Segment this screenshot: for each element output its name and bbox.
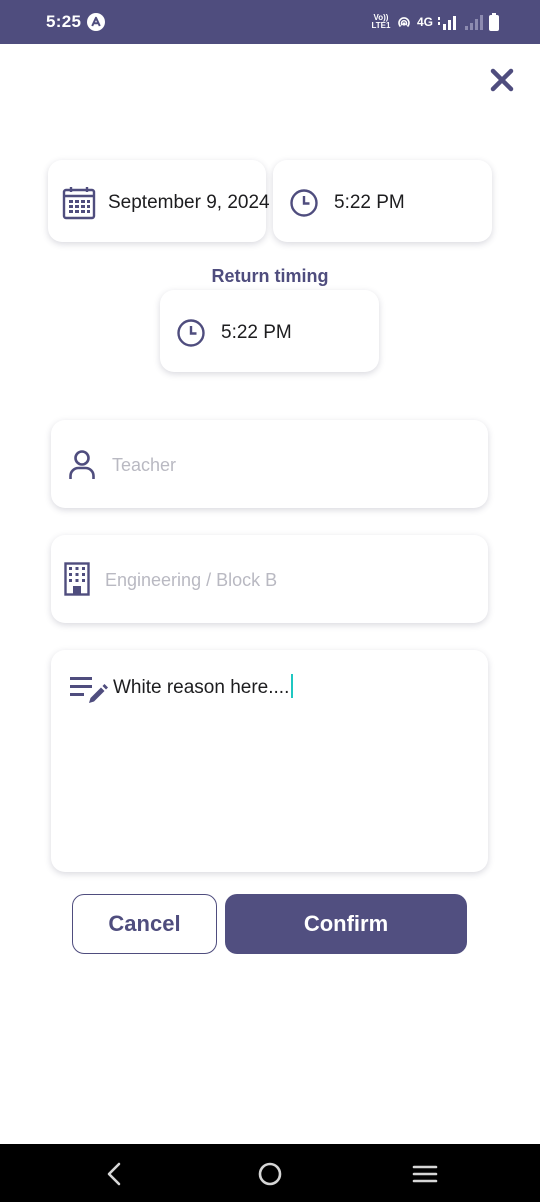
status-bar: 5:25 Vo)) LTE1 4G — [0, 0, 540, 44]
volte-indicator: Vo)) LTE1 — [371, 13, 391, 30]
reason-textarea[interactable]: White reason here.... — [51, 650, 488, 872]
navigation-bar — [0, 1144, 540, 1202]
signal-strength-icon — [438, 16, 456, 30]
teacher-field[interactable]: Teacher — [51, 420, 488, 508]
network-type: 4G — [416, 15, 433, 29]
status-time: 5:25 — [46, 12, 82, 31]
date-value: September 9, 2024 — [108, 192, 270, 213]
close-icon[interactable] — [486, 64, 518, 96]
confirm-button[interactable]: Confirm — [225, 894, 467, 954]
return-time-value: 5:22 PM — [221, 322, 292, 343]
date-picker[interactable]: September 9, 2024 — [48, 160, 270, 242]
person-icon — [69, 450, 95, 479]
home-icon[interactable] — [255, 1159, 285, 1189]
cancel-button[interactable]: Cancel — [72, 894, 217, 954]
reason-input-value: White reason here.... — [113, 674, 294, 699]
notes-edit-icon — [70, 677, 108, 703]
return-time-picker[interactable]: 5:22 PM — [160, 290, 379, 372]
battery-icon — [489, 13, 499, 31]
app-notification-icon — [87, 13, 105, 31]
menu-icon[interactable] — [410, 1159, 440, 1189]
clock-icon — [290, 189, 318, 217]
location-field[interactable]: Engineering / Block B — [51, 535, 488, 623]
time-picker[interactable]: 5:22 PM — [273, 160, 492, 242]
signal-strength-secondary-icon — [465, 15, 483, 30]
text-caret — [291, 674, 294, 698]
time-value: 5:22 PM — [334, 192, 405, 213]
return-timing-label: Return timing — [211, 266, 329, 286]
building-icon — [64, 562, 90, 596]
location-placeholder: Engineering / Block B — [105, 570, 278, 590]
hotspot-icon — [398, 17, 410, 28]
teacher-placeholder: Teacher — [112, 455, 177, 475]
calendar-icon — [62, 187, 96, 220]
clock-icon — [177, 319, 205, 347]
back-icon[interactable] — [99, 1159, 129, 1189]
status-icons: Vo)) LTE1 4G — [371, 12, 500, 32]
